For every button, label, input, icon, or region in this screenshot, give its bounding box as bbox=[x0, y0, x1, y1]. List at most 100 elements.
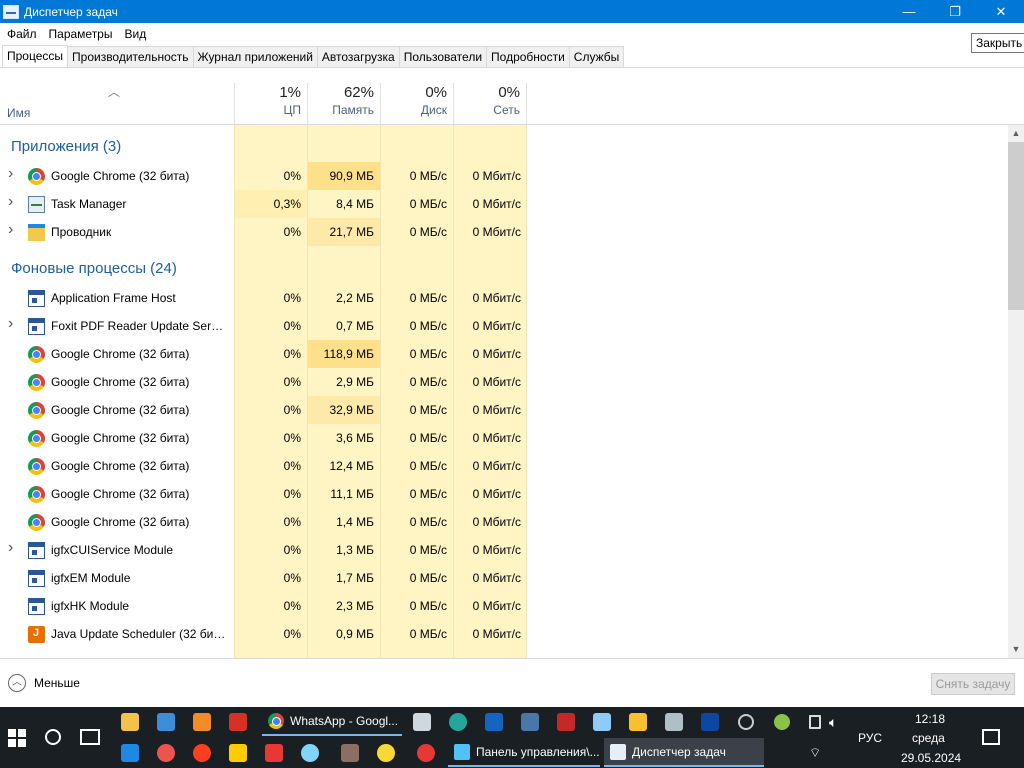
memory-cell: 12,4 МБ bbox=[329, 459, 374, 473]
expand-arrow-icon[interactable]: › bbox=[8, 221, 13, 239]
volume-icon[interactable]: 🔈︎ bbox=[829, 714, 837, 731]
maximize-button[interactable]: ❐ bbox=[932, 0, 978, 23]
tray-status-icon[interactable] bbox=[774, 714, 790, 730]
table-row[interactable]: › Google Chrome (32 бита) 0% 90,9 МБ 0 МБ/с 0… bbox=[0, 162, 527, 190]
tab-bar: Процессы Производительность Журнал прило… bbox=[0, 45, 1024, 68]
clock-day[interactable]: среда bbox=[912, 731, 945, 745]
menu-options[interactable]: Параметры bbox=[42, 27, 118, 41]
table-row[interactable]: › igfxCUIService Module 0% 1,3 МБ 0 МБ/с 0 Мб… bbox=[0, 536, 527, 564]
disk-cell: 0 МБ/с bbox=[409, 543, 447, 557]
clock-time[interactable]: 12:18 bbox=[915, 712, 945, 726]
cpu-cell: 0% bbox=[283, 487, 301, 501]
calculator-icon[interactable] bbox=[413, 713, 431, 731]
expand-arrow-icon[interactable]: › bbox=[8, 539, 13, 557]
table-row[interactable]: Java Update Scheduler (32 бита) 0% 0,9 МБ 0… bbox=[0, 620, 527, 648]
kaspersky-icon[interactable] bbox=[701, 713, 719, 731]
taskbar-app-control-panel[interactable]: Панель управления\... bbox=[448, 738, 600, 767]
table-row[interactable]: Google Chrome (32 бита) 0% 3,6 МБ 0 МБ/с 0 М… bbox=[0, 424, 527, 452]
sort-arrow-icon: ︿ bbox=[108, 85, 121, 99]
vk-icon[interactable] bbox=[521, 713, 539, 731]
chart-app-icon[interactable] bbox=[121, 744, 139, 762]
database-icon[interactable] bbox=[629, 713, 647, 731]
table-row[interactable]: igfxHK Module 0% 2,3 МБ 0 МБ/с 0 Мбит/с bbox=[0, 592, 527, 620]
clock-date[interactable]: 29.05.2024 bbox=[901, 751, 961, 765]
menu-file[interactable]: Файл bbox=[0, 27, 42, 41]
tab-app-history[interactable]: Журнал приложений bbox=[192, 46, 318, 67]
yandex-icon[interactable] bbox=[377, 744, 395, 762]
folder-icon[interactable] bbox=[121, 713, 139, 731]
network-app-icon[interactable] bbox=[449, 713, 467, 731]
opera-icon[interactable] bbox=[417, 744, 435, 762]
memory-cell: 1,7 МБ bbox=[336, 571, 374, 585]
tab-services[interactable]: Службы bbox=[568, 46, 625, 67]
column-header-memory[interactable]: 62% Память bbox=[307, 83, 380, 124]
vertical-scrollbar[interactable]: ▲ ▼ bbox=[1008, 125, 1024, 658]
network-cell: 0 Мбит/с bbox=[472, 515, 521, 529]
tab-performance[interactable]: Производительность bbox=[67, 46, 194, 67]
table-row[interactable]: Application Frame Host 0% 2,2 МБ 0 МБ/с 0 Мб… bbox=[0, 284, 527, 312]
archive-icon[interactable] bbox=[193, 713, 211, 731]
tools-icon[interactable] bbox=[341, 744, 359, 762]
language-indicator[interactable]: РУС bbox=[858, 731, 882, 745]
table-row[interactable]: Google Chrome (32 бита) 0% 12,4 МБ 0 МБ/с 0 … bbox=[0, 452, 527, 480]
tab-users[interactable]: Пользователи bbox=[398, 46, 488, 67]
taskbar-app-task-manager[interactable]: Диспетчер задач bbox=[604, 738, 764, 767]
tab-processes[interactable]: Процессы bbox=[2, 45, 69, 67]
memory-cell: 3,6 МБ bbox=[336, 431, 374, 445]
column-header-network[interactable]: 0% Сеть bbox=[453, 83, 527, 124]
table-row[interactable]: Google Chrome (32 бита) 0% 11,1 МБ 0 МБ/с 0 … bbox=[0, 480, 527, 508]
task-view-icon[interactable] bbox=[80, 729, 100, 745]
fewer-details-link[interactable]: Меньше bbox=[34, 676, 80, 690]
tool-icon[interactable] bbox=[229, 713, 247, 731]
network-cell: 0 Мбит/с bbox=[472, 347, 521, 361]
close-button[interactable]: ✕ bbox=[978, 0, 1024, 23]
table-row[interactable]: Google Chrome (32 бита) 0% 2,9 МБ 0 МБ/с 0 М… bbox=[0, 368, 527, 396]
table-row[interactable]: Google Chrome (32 бита) 0% 1,4 МБ 0 МБ/с 0 М… bbox=[0, 508, 527, 536]
bird-icon[interactable] bbox=[301, 744, 319, 762]
table-row[interactable]: Google Chrome (32 бита) 0% 32,9 МБ 0 МБ/с 0 … bbox=[0, 396, 527, 424]
expand-arrow-icon[interactable]: › bbox=[8, 193, 13, 211]
menu-view[interactable]: Вид bbox=[117, 27, 151, 41]
pdf-icon[interactable] bbox=[265, 744, 283, 762]
notifications-icon[interactable] bbox=[982, 729, 1000, 745]
yandex-browser-icon[interactable] bbox=[193, 744, 211, 762]
computer-icon[interactable] bbox=[157, 713, 175, 731]
grid-app-icon[interactable] bbox=[485, 713, 503, 731]
wifi-icon[interactable]: ⌔ bbox=[809, 745, 821, 761]
tab-details[interactable]: Подробности bbox=[486, 46, 570, 67]
scroll-down-icon[interactable]: ▼ bbox=[1008, 641, 1024, 658]
market-icon[interactable] bbox=[229, 744, 247, 762]
paint-icon[interactable] bbox=[157, 744, 175, 762]
column-header-cpu[interactable]: 1% ЦП bbox=[234, 83, 307, 124]
memory-cell: 118,9 МБ bbox=[323, 347, 374, 361]
table-row[interactable]: Google Chrome (32 бита) 0% 118,9 МБ 0 МБ/с 0… bbox=[0, 340, 527, 368]
group-apps-title[interactable]: Приложения (3) bbox=[11, 138, 121, 155]
column-label-cpu: ЦП bbox=[283, 103, 301, 117]
search-icon[interactable] bbox=[45, 729, 61, 745]
collapse-icon[interactable]: ︿ bbox=[8, 674, 26, 692]
table-row[interactable]: › Проводник 0% 21,7 МБ 0 МБ/с 0 Мбит/с bbox=[0, 218, 527, 246]
end-task-button[interactable]: Снять задачу bbox=[931, 673, 1015, 695]
tab-startup[interactable]: Автозагрузка bbox=[316, 46, 400, 67]
windows-start-icon[interactable] bbox=[8, 729, 26, 747]
memory-cell: 11,1 МБ bbox=[330, 487, 374, 501]
scroll-thumb[interactable] bbox=[1008, 142, 1024, 310]
table-row[interactable]: › Foxit PDF Reader Update Servic... 0% 0,7 … bbox=[0, 312, 527, 340]
notepad-icon[interactable] bbox=[593, 713, 611, 731]
tray-device-icon[interactable] bbox=[809, 715, 821, 729]
expand-arrow-icon[interactable]: › bbox=[8, 315, 13, 333]
film-icon[interactable] bbox=[665, 713, 683, 731]
minimize-button[interactable]: — bbox=[886, 0, 932, 23]
table-row[interactable]: › Task Manager 0,3% 8,4 МБ 0 МБ/с 0 Мбит/с bbox=[0, 190, 527, 218]
table-row[interactable]: igfxEM Module 0% 1,7 МБ 0 МБ/с 0 Мбит/с bbox=[0, 564, 527, 592]
scroll-up-icon[interactable]: ▲ bbox=[1008, 125, 1024, 142]
expand-arrow-icon[interactable]: › bbox=[8, 165, 13, 183]
cpu-cell: 0% bbox=[283, 225, 301, 239]
tray-app-icon[interactable] bbox=[738, 714, 754, 730]
column-header-disk[interactable]: 0% Диск bbox=[380, 83, 453, 124]
process-name: Google Chrome (32 бита) bbox=[51, 403, 190, 417]
taskbar-app-whatsapp[interactable]: WhatsApp - Googl... bbox=[262, 707, 402, 736]
group-background-title[interactable]: Фоновые процессы (24) bbox=[11, 260, 177, 277]
column-header-name[interactable]: ︿ Имя bbox=[0, 83, 234, 125]
winrar-icon[interactable] bbox=[557, 713, 575, 731]
